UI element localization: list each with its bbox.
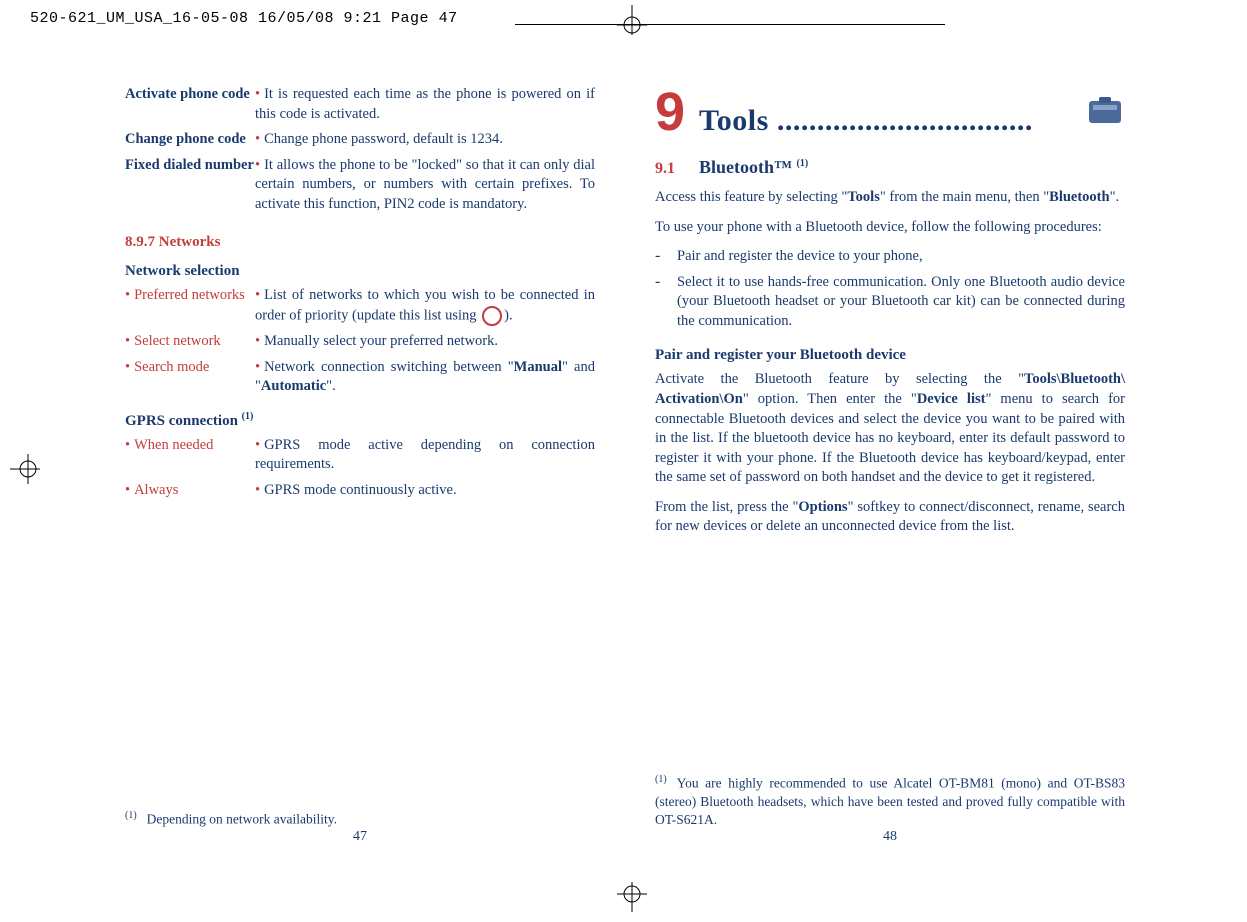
page-spread: Activate phone code •It is requested eac… (95, 85, 1155, 845)
desc-always: •GPRS mode continuously active. (255, 481, 595, 501)
desc-change-code: •Change phone password, default is 1234. (255, 130, 595, 150)
registration-mark-left (0, 449, 40, 489)
section-9-1-heading: 9.1 Bluetooth™ (1) (655, 157, 1125, 178)
para-access: Access this feature by selecting "Tools"… (655, 188, 1125, 208)
heading-network-selection: Network selection (125, 263, 595, 280)
term-fixed-dialed: Fixed dialed number (125, 156, 255, 215)
nav-key-icon (482, 306, 502, 326)
page-47: Activate phone code •It is requested eac… (95, 85, 625, 845)
term-preferred-networks: •Preferred networks (125, 286, 255, 326)
page-48: 9 Tools ................................… (625, 85, 1155, 845)
chapter-title: Tools ................................ (699, 104, 1033, 138)
footnote-left: (1)Depending on network availability. (125, 809, 595, 829)
term-search-mode: •Search mode (125, 358, 255, 397)
para-procedures: To use your phone with a Bluetooth devic… (655, 218, 1125, 238)
list-item-select: -Select it to use hands-free communicati… (655, 273, 1125, 332)
desc-preferred-networks: •List of networks to which you wish to b… (255, 286, 595, 326)
desc-when-needed: •GPRS mode active depending on connectio… (255, 436, 595, 475)
crop-mark-header: 520-621_UM_USA_16-05-08 16/05/08 9:21 Pa… (30, 10, 458, 27)
list-item-pair: -Pair and register the device to your ph… (655, 247, 1125, 267)
desc-activate-code: •It is requested each time as the phone … (255, 85, 595, 124)
footnote-right: (1)You are highly recommended to use Alc… (655, 773, 1125, 829)
chapter-number: 9 (655, 85, 685, 139)
desc-select-network: •Manually select your preferred network. (255, 332, 595, 352)
section-8-9-7: 8.9.7 Networks (125, 234, 595, 251)
desc-search-mode: •Network connection switching between "M… (255, 358, 595, 397)
page-number-48: 48 (655, 829, 1125, 845)
term-always: •Always (125, 481, 255, 501)
desc-fixed-dialed: •It allows the phone to be "locked" so t… (255, 156, 595, 215)
term-change-code: Change phone code (125, 130, 255, 150)
tools-icon (1085, 95, 1125, 129)
chapter-heading: 9 Tools ................................ (655, 85, 1125, 139)
para-activate-bt: Activate the Bluetooth feature by select… (655, 370, 1125, 487)
crop-line (515, 24, 945, 25)
term-activate-code: Activate phone code (125, 85, 255, 124)
registration-mark-top (612, 0, 652, 35)
term-when-needed: •When needed (125, 436, 255, 475)
heading-pair-register: Pair and register your Bluetooth device (655, 347, 1125, 364)
registration-mark-bottom (612, 882, 652, 922)
para-options: From the list, press the "Options" softk… (655, 498, 1125, 537)
page-number-47: 47 (125, 829, 595, 845)
term-select-network: •Select network (125, 332, 255, 352)
heading-gprs-connection: GPRS connection (1) (125, 411, 595, 430)
